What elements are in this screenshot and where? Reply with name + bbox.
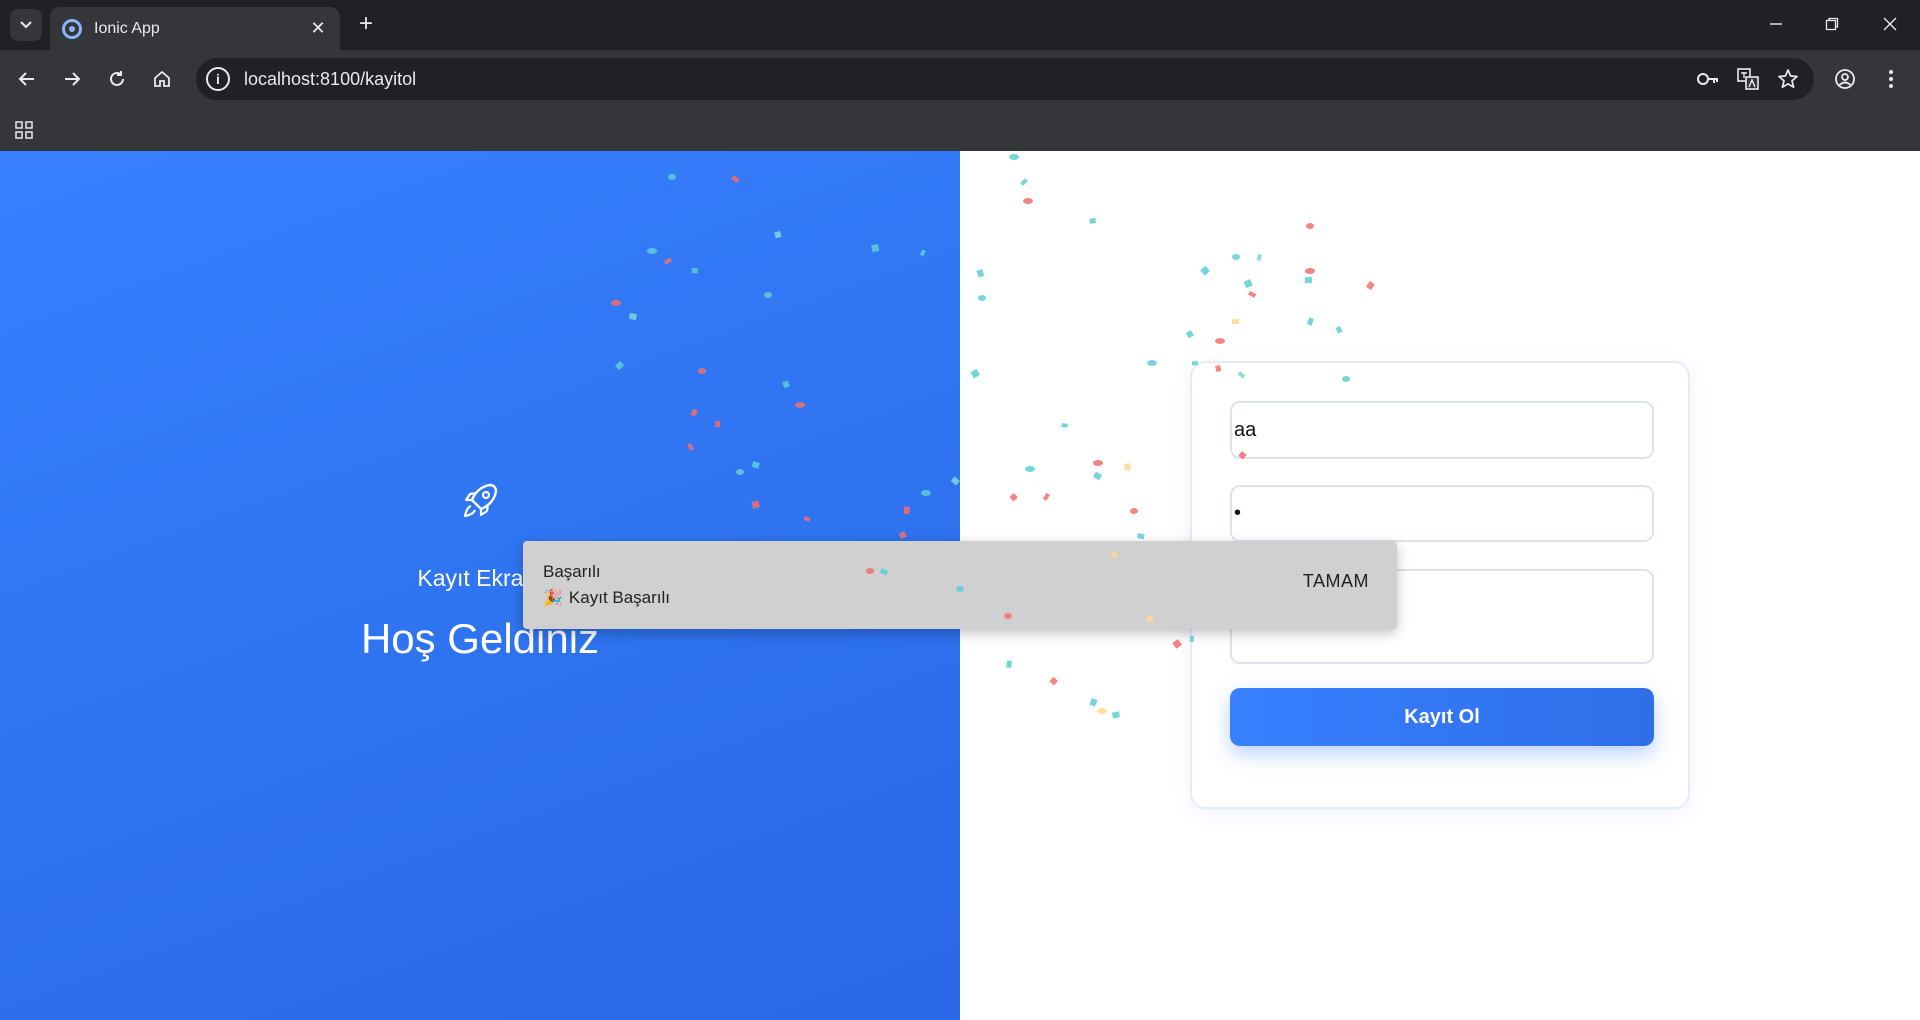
bookmarks-bar xyxy=(0,108,1920,151)
address-bar[interactable]: i localhost:8100/kayitol xyxy=(196,58,1814,100)
confetti-piece xyxy=(1097,708,1107,714)
apps-grid-icon xyxy=(15,121,33,139)
tab-close-button[interactable]: ✕ xyxy=(308,18,328,39)
confetti-piece xyxy=(1232,254,1240,260)
password-input[interactable] xyxy=(1232,487,1652,540)
forward-button[interactable] xyxy=(55,62,89,96)
tab-search-button[interactable] xyxy=(10,9,42,41)
confetti-piece xyxy=(1256,254,1262,261)
confetti-piece xyxy=(976,269,985,278)
confetti-piece xyxy=(1009,154,1019,160)
more-vertical-icon xyxy=(1889,70,1893,88)
new-tab-button[interactable]: + xyxy=(352,10,380,38)
reload-icon xyxy=(110,71,124,86)
party-popper-icon: 🎉 xyxy=(543,590,563,607)
profile-button[interactable] xyxy=(1828,62,1862,96)
minimize-button[interactable] xyxy=(1756,8,1796,40)
bookmark-star-icon[interactable] xyxy=(1774,65,1802,93)
confetti-piece xyxy=(1089,698,1098,707)
account-icon xyxy=(1835,69,1855,89)
password-key-icon[interactable] xyxy=(1694,65,1722,93)
page-viewport: Kayıt Ekranı Hoş Geldiniz Kayıt Ol Başar… xyxy=(0,151,1920,1020)
confetti-piece xyxy=(1365,280,1375,291)
rocket-icon xyxy=(463,483,498,518)
success-toast: Başarılı 🎉 Kayıt Başarılı TAMAM xyxy=(523,541,1397,629)
confetti-piece xyxy=(1304,277,1312,284)
confetti-piece xyxy=(1111,711,1120,719)
register-button[interactable]: Kayıt Ol xyxy=(1230,688,1654,746)
confetti-piece xyxy=(1243,279,1253,289)
confetti-piece xyxy=(1006,660,1012,668)
confetti-piece xyxy=(1172,639,1183,649)
apps-button[interactable] xyxy=(10,116,38,144)
confetti-piece xyxy=(1093,460,1103,466)
confetti-piece xyxy=(1200,265,1210,276)
home-icon xyxy=(154,70,170,87)
confetti-piece xyxy=(1185,330,1194,339)
confetti-piece xyxy=(1042,492,1050,501)
toast-message-text: Kayıt Başarılı xyxy=(568,588,671,607)
confetti-piece xyxy=(1092,471,1102,481)
username-input[interactable] xyxy=(1232,403,1652,457)
tab-title: Ionic App xyxy=(94,19,160,37)
username-field[interactable] xyxy=(1230,401,1654,459)
arrow-right-icon xyxy=(65,72,81,86)
translate-icon[interactable] xyxy=(1734,65,1762,93)
minimize-icon xyxy=(1770,23,1782,25)
home-button[interactable] xyxy=(145,62,179,96)
ionic-favicon-icon xyxy=(62,18,82,39)
browser-tab[interactable]: Ionic App ✕ xyxy=(50,7,340,50)
toast-ok-button[interactable]: TAMAM xyxy=(1303,571,1369,592)
restore-button[interactable] xyxy=(1812,8,1852,40)
confetti-piece xyxy=(1049,676,1058,686)
arrow-left-icon xyxy=(18,72,34,86)
confetti-piece xyxy=(1023,198,1033,204)
confetti-piece xyxy=(1009,493,1018,502)
confetti-piece xyxy=(1305,268,1315,274)
site-info-icon[interactable]: i xyxy=(206,67,230,91)
confetti-piece xyxy=(970,368,980,379)
confetti-piece xyxy=(1306,223,1314,229)
toast-header: Başarılı xyxy=(543,562,601,581)
browser-toolbar: i localhost:8100/kayitol xyxy=(0,50,1920,108)
confetti-piece xyxy=(1089,218,1096,224)
confetti-piece xyxy=(1215,338,1225,344)
confetti-piece xyxy=(1025,466,1035,472)
tab-strip: Ionic App ✕ + xyxy=(0,0,1920,50)
confetti-piece xyxy=(1136,533,1145,540)
confetti-piece xyxy=(1147,360,1157,366)
toast-message: 🎉 Kayıt Başarılı xyxy=(543,588,670,608)
close-window-button[interactable] xyxy=(1870,8,1910,40)
confetti-piece xyxy=(1061,423,1068,428)
confetti-piece xyxy=(1248,291,1257,298)
password-field[interactable] xyxy=(1230,485,1654,542)
url-text[interactable]: localhost:8100/kayitol xyxy=(244,69,1694,90)
confetti-piece xyxy=(1306,317,1314,326)
confetti-piece xyxy=(978,295,986,301)
confetti-piece xyxy=(1124,463,1131,471)
browser-menu-button[interactable] xyxy=(1874,62,1908,96)
confetti-piece xyxy=(1020,178,1028,186)
reload-button[interactable] xyxy=(100,62,134,96)
chevron-down-icon xyxy=(20,21,32,29)
confetti-piece xyxy=(1231,318,1239,325)
restore-icon xyxy=(1825,17,1839,31)
confetti-piece xyxy=(1335,326,1343,334)
back-button[interactable] xyxy=(10,62,44,96)
confetti-piece xyxy=(1130,508,1138,514)
close-icon xyxy=(1883,17,1897,31)
